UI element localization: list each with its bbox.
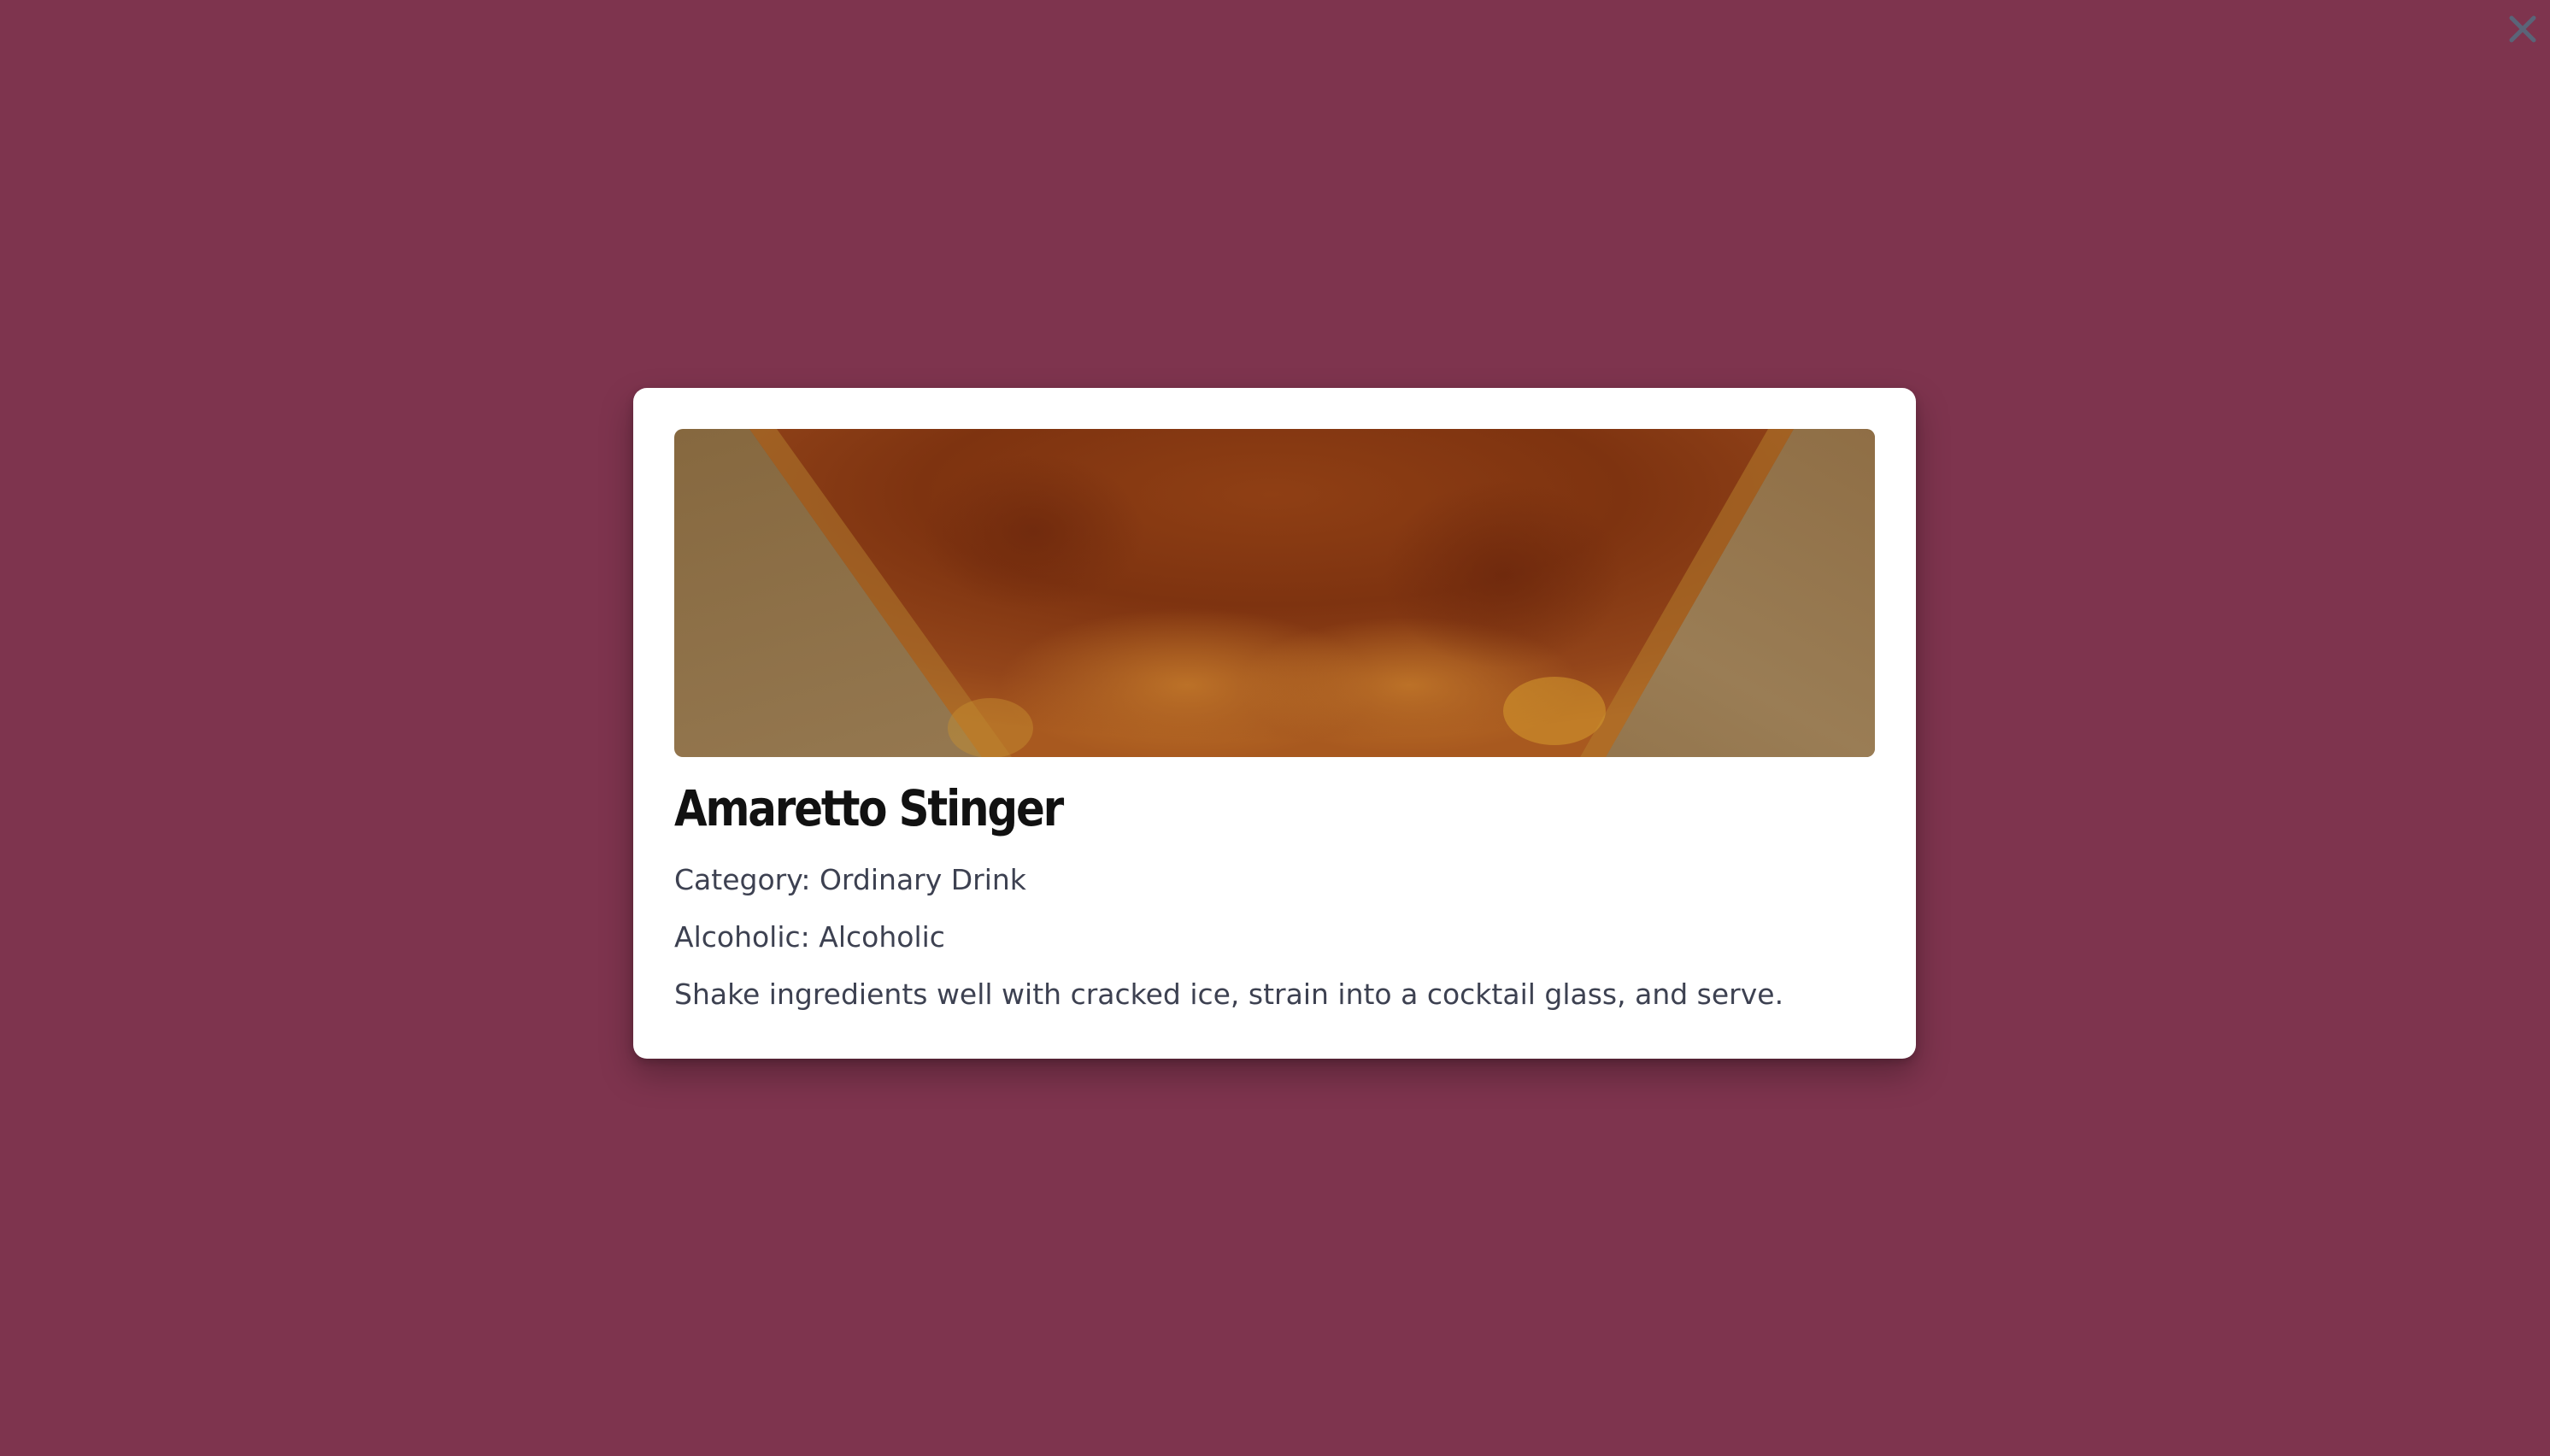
drink-instructions: Shake ingredients well with cracked ice,… xyxy=(674,978,1784,1011)
drink-category: Category: Ordinary Drink xyxy=(674,863,1026,896)
close-button[interactable] xyxy=(2499,5,2547,53)
drink-alcoholic: Alcoholic: Alcoholic xyxy=(674,920,945,954)
drink-image xyxy=(674,429,1875,757)
close-icon xyxy=(2509,15,2536,43)
drink-title: Amaretto Stinger xyxy=(674,779,1064,837)
drink-detail-modal: Amaretto Stinger Category: Ordinary Drin… xyxy=(633,388,1916,1059)
